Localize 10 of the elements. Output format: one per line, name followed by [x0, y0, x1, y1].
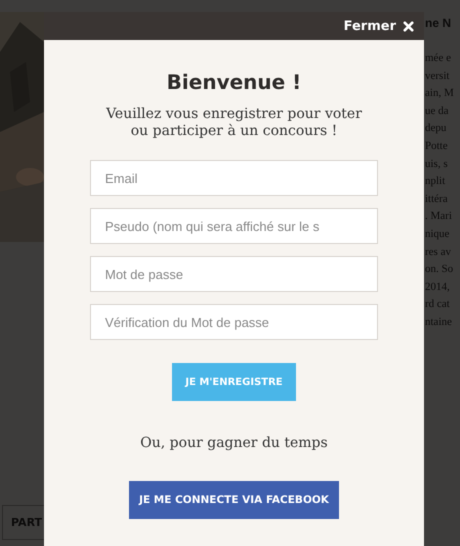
close-icon: [403, 20, 414, 32]
input-field[interactable]: Pseudo (nom qui sera affiché sur le s: [90, 208, 378, 244]
separator-text: Ou, pour gagner du temps: [140, 435, 328, 451]
input-field[interactable]: Email: [90, 160, 378, 196]
modal-title: Bienvenue !: [166, 70, 302, 94]
facebook-button[interactable]: JE ME CONNECTE VIA FACEBOOK: [129, 481, 339, 519]
input-field[interactable]: Vérification du Mot de passe: [90, 304, 378, 340]
modal-subtitle: Veuillez vous enregistrer pour voter ou participer à un concours !: [105, 106, 363, 140]
close-button[interactable]: Fermer: [344, 18, 414, 34]
input-field[interactable]: Mot de passe: [90, 256, 378, 292]
